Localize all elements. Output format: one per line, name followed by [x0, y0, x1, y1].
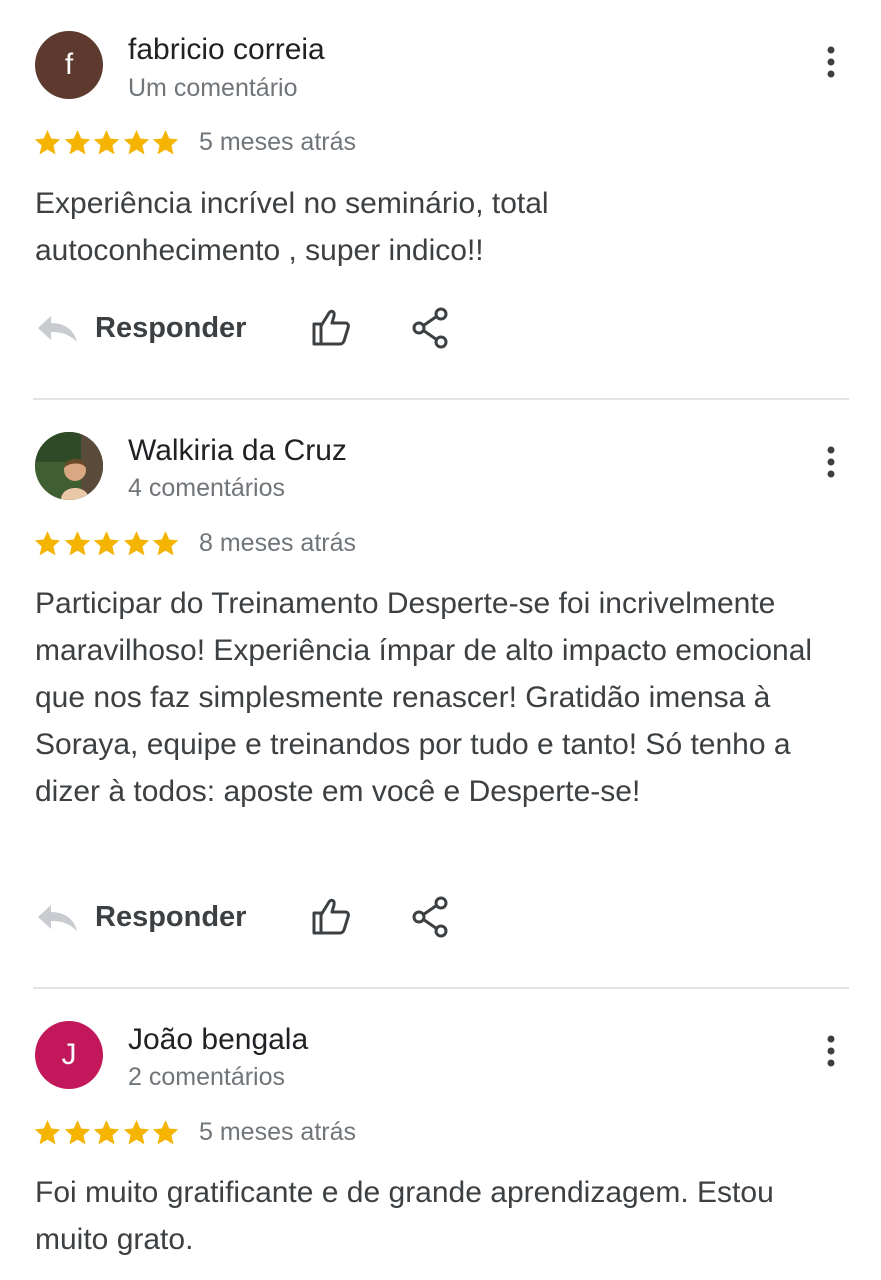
author-review-count: Um comentário: [128, 74, 298, 102]
star-icon: [123, 129, 149, 154]
review-actions: Responder: [35, 303, 535, 353]
reply-label: Responder: [95, 900, 247, 933]
author-review-count: 2 comentários: [128, 1063, 286, 1091]
avatar-photo: [35, 432, 103, 500]
review-text: Experiência incrível no seminário, total…: [35, 187, 549, 267]
star-icon: [34, 129, 61, 154]
more-vert-icon[interactable]: [816, 442, 846, 482]
review-text: Foi muito gratificante e de grande apren…: [35, 1176, 774, 1256]
star-icon: [64, 530, 90, 555]
share-icon[interactable]: [411, 306, 451, 350]
reply-button[interactable]: Responder: [35, 892, 246, 942]
star-rating: [33, 527, 181, 559]
divider: [33, 398, 849, 400]
author-name[interactable]: fabricio correia: [128, 33, 325, 67]
star-icon: [93, 1119, 120, 1144]
more-vert-icon[interactable]: [816, 42, 846, 82]
reply-button[interactable]: Responder: [35, 303, 246, 353]
avatar[interactable]: [35, 432, 103, 500]
avatar[interactable]: J: [35, 1021, 103, 1089]
star-icon: [64, 129, 90, 154]
review-time: 8 meses atrás: [199, 529, 357, 557]
avatar-letter: f: [64, 48, 74, 81]
author-name[interactable]: Walkiria da Cruz: [128, 434, 347, 468]
thumb-up-icon[interactable]: [310, 307, 352, 349]
author-review-count: 4 comentários: [128, 474, 286, 502]
star-icon: [34, 1119, 61, 1144]
more-vert-icon[interactable]: [816, 1031, 846, 1071]
star-rating: [33, 1116, 181, 1148]
star-icon: [123, 1119, 149, 1144]
review-time: 5 meses atrás: [199, 128, 357, 156]
star-icon: [93, 530, 120, 555]
author-name[interactable]: João bengala: [128, 1023, 308, 1057]
review-time: 5 meses atrás: [199, 1118, 357, 1146]
share-icon[interactable]: [411, 895, 451, 939]
avatar[interactable]: f: [35, 31, 103, 99]
review-actions: Responder: [35, 892, 535, 942]
star-icon: [152, 530, 179, 555]
thumb-up-icon[interactable]: [310, 896, 352, 938]
review-text: Participar do Treinamento Desperte-se fo…: [35, 587, 813, 808]
reply-icon: [38, 316, 77, 342]
star-icon: [64, 1119, 90, 1144]
star-icon: [152, 1119, 179, 1144]
star-icon: [34, 530, 61, 555]
reply-label: Responder: [95, 311, 247, 344]
reply-icon: [38, 905, 77, 931]
star-icon: [152, 129, 179, 154]
avatar-letter: J: [61, 1038, 77, 1071]
star-icon: [123, 530, 149, 555]
star-icon: [93, 129, 120, 154]
star-rating: [33, 126, 181, 158]
divider: [33, 987, 849, 989]
